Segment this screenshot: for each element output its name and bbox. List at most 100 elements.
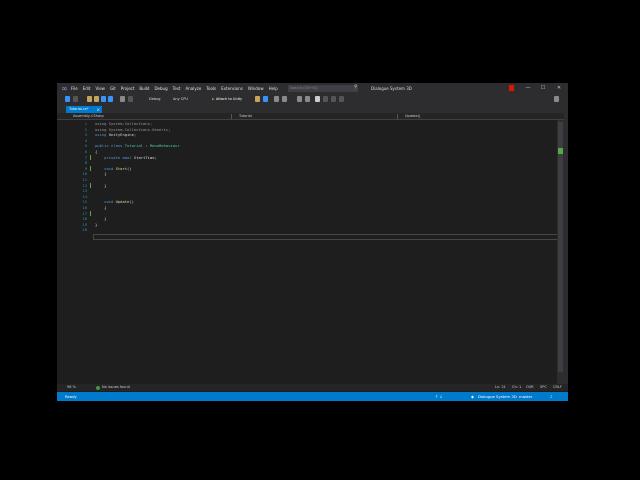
zoom-level[interactable]: 96 % bbox=[67, 384, 76, 391]
menu-tools[interactable]: Tools bbox=[206, 86, 216, 91]
code-line[interactable]: { bbox=[95, 171, 106, 176]
line-number: 14 bbox=[82, 193, 87, 199]
close-button[interactable]: ✕ bbox=[553, 83, 565, 94]
line-number: 7 bbox=[84, 154, 87, 160]
bookmark-next-icon[interactable] bbox=[331, 96, 336, 102]
repo-selector[interactable]: Dialogue System 3D bbox=[478, 392, 517, 401]
vertical-scrollbar[interactable] bbox=[557, 120, 564, 384]
line-number: 5 bbox=[84, 143, 87, 149]
toolbar: Debug Any CPU ▶ Attach to Unity bbox=[57, 94, 568, 104]
change-indicator bbox=[90, 165, 91, 172]
config-dropdown[interactable]: Debug bbox=[149, 95, 161, 103]
notifications-icon[interactable]: ♪ bbox=[550, 392, 552, 401]
code-editor[interactable]: 1 using System.Collections; 2 using System.… bbox=[57, 120, 558, 384]
menu-git[interactable]: Git bbox=[110, 86, 116, 91]
line-number: 12 bbox=[82, 182, 87, 188]
comment-icon[interactable] bbox=[297, 96, 302, 102]
bookmark-clear-icon[interactable] bbox=[339, 96, 344, 102]
visual-studio-logo-icon: ∞ bbox=[61, 84, 68, 93]
code-line[interactable]: using System.Collections; bbox=[95, 121, 152, 126]
code-line[interactable]: public class Tutorial : MonoBehaviour bbox=[95, 143, 180, 148]
back-icon[interactable] bbox=[65, 96, 70, 102]
menu-view[interactable]: View bbox=[95, 86, 105, 91]
overwrite-mode[interactable]: OVR bbox=[526, 384, 534, 391]
line-number: 15 bbox=[82, 199, 87, 205]
code-line[interactable]: private bool StartTime; bbox=[95, 155, 157, 160]
project-title: Dialogue System 3D bbox=[371, 86, 412, 91]
search-input[interactable]: Search (Ctrl+Q) bbox=[288, 85, 358, 92]
platform-dropdown[interactable]: Any CPU bbox=[173, 95, 188, 103]
line-number: 8 bbox=[84, 160, 87, 166]
line-number: 6 bbox=[84, 149, 87, 154]
tool-icon[interactable] bbox=[282, 96, 287, 102]
menu-extensions[interactable]: Extensions bbox=[221, 86, 243, 91]
tab-strip: Tutorial.cs* × bbox=[57, 104, 568, 113]
search-icon[interactable]: ⚲ bbox=[354, 84, 358, 90]
menu-analyze[interactable]: Analyze bbox=[186, 86, 202, 91]
code-line[interactable]: { bbox=[95, 149, 97, 154]
menu-project[interactable]: Project bbox=[121, 86, 135, 91]
menu-edit[interactable]: Edit bbox=[83, 86, 91, 91]
menu-test[interactable]: Test bbox=[173, 86, 181, 91]
change-indicator bbox=[90, 210, 91, 217]
open-folder-icon[interactable] bbox=[94, 96, 99, 102]
tab-label: Tutorial.cs* bbox=[69, 107, 89, 111]
code-line[interactable]: } bbox=[95, 216, 106, 221]
code-line[interactable]: void Update() bbox=[95, 199, 134, 204]
hot-reload-icon[interactable] bbox=[255, 96, 260, 102]
git-up-icon[interactable]: ↑ ↓ bbox=[435, 392, 443, 401]
live-share-icon[interactable] bbox=[554, 96, 559, 102]
menu-help[interactable]: Help bbox=[269, 86, 278, 91]
redo-icon[interactable] bbox=[128, 96, 133, 102]
line-number: 4 bbox=[84, 137, 87, 143]
change-indicator bbox=[90, 182, 91, 189]
ide-window: ∞ File Edit View Git Project Build Debug… bbox=[57, 83, 568, 401]
no-issues-icon bbox=[96, 385, 100, 390]
browser-icon[interactable] bbox=[263, 96, 268, 102]
bookmark-icon[interactable] bbox=[315, 96, 320, 102]
code-line[interactable]: { bbox=[95, 205, 106, 210]
menu-debug[interactable]: Debug bbox=[154, 86, 167, 91]
line-number: 16 bbox=[82, 205, 87, 210]
notification-badge[interactable] bbox=[509, 85, 514, 91]
minimize-button[interactable]: — bbox=[522, 83, 534, 94]
new-item-icon[interactable] bbox=[87, 96, 92, 102]
save-icon[interactable] bbox=[101, 96, 106, 102]
undo-icon[interactable] bbox=[120, 96, 125, 102]
restore-button[interactable]: ☐ bbox=[537, 83, 549, 94]
code-line[interactable]: } bbox=[95, 183, 106, 188]
attach-to-unity-button[interactable]: ▶ Attach to Unity bbox=[212, 95, 242, 103]
tab-close-icon[interactable]: × bbox=[97, 106, 100, 113]
title-bar: ∞ File Edit View Git Project Build Debug… bbox=[57, 83, 568, 94]
menu-window[interactable]: Window bbox=[248, 86, 264, 91]
menu-build[interactable]: Build bbox=[139, 86, 149, 91]
status-bar: Ready ↑ ↓ ◆ Dialogue System 3D master ♪ bbox=[57, 392, 568, 401]
member-dropdown[interactable]: Update() bbox=[399, 113, 563, 120]
tool-icon[interactable] bbox=[274, 96, 279, 102]
issues-status[interactable]: No issues found bbox=[102, 384, 130, 391]
whitespace-mode[interactable]: SPC bbox=[540, 384, 547, 391]
line-ending[interactable]: CRLF bbox=[553, 384, 562, 391]
save-all-icon[interactable] bbox=[108, 96, 113, 102]
code-line[interactable]: using System.Collections.Generic; bbox=[95, 127, 170, 132]
project-dropdown[interactable]: Assembly-CSharp bbox=[67, 113, 231, 120]
scrollbar-thumb[interactable] bbox=[558, 122, 563, 372]
change-marker bbox=[558, 148, 563, 154]
forward-icon[interactable] bbox=[73, 96, 78, 102]
line-number: 2 bbox=[84, 126, 87, 132]
editor-status-row: 96 % No issues found Ln: 21 Ch: 1 OVR SP… bbox=[57, 384, 568, 391]
code-line[interactable]: void Start() bbox=[95, 166, 131, 171]
line-number: 11 bbox=[82, 177, 87, 182]
code-line[interactable]: using UnityEngine; bbox=[95, 132, 136, 137]
code-line[interactable]: } bbox=[95, 222, 97, 227]
class-dropdown[interactable]: Tutorial bbox=[233, 113, 397, 120]
line-number: 18 bbox=[82, 216, 87, 222]
branch-selector[interactable]: master bbox=[519, 392, 532, 401]
nav-divider bbox=[231, 114, 232, 119]
menu-file[interactable]: File bbox=[71, 86, 78, 91]
line-number: Ln: 21 bbox=[495, 385, 506, 389]
line-number: 3 bbox=[84, 132, 87, 138]
tab-tutorial-cs[interactable]: Tutorial.cs* × bbox=[66, 106, 102, 113]
uncomment-icon[interactable] bbox=[305, 96, 310, 102]
bookmark-prev-icon[interactable] bbox=[323, 96, 328, 102]
